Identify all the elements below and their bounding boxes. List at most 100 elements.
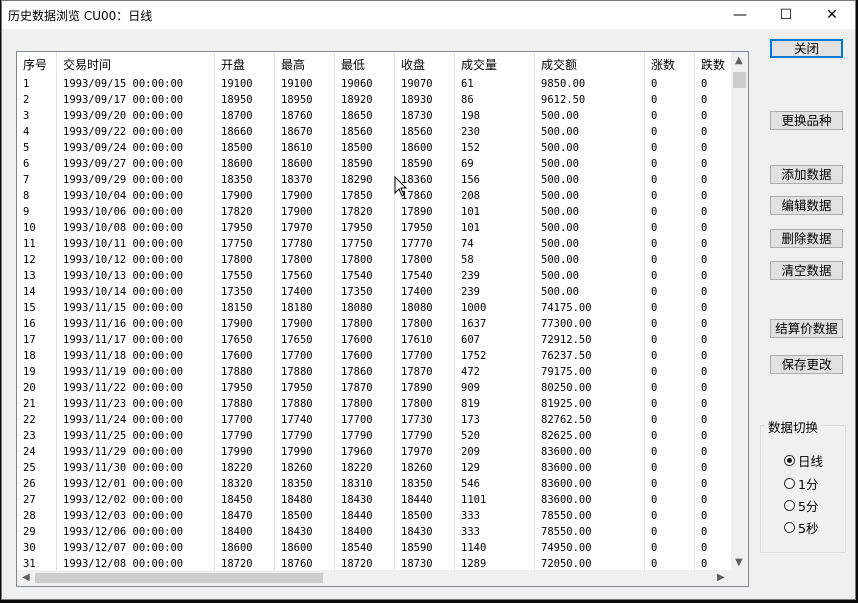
table-cell[interactable]: 18310 (335, 476, 395, 492)
table-cell[interactable]: 500.00 (535, 140, 645, 156)
table-cell[interactable]: 18540 (335, 540, 395, 556)
table-cell[interactable]: 13 (17, 268, 57, 284)
radio-5min[interactable]: 5分 (784, 496, 818, 515)
table-cell[interactable]: 0 (645, 188, 695, 204)
table-cell[interactable]: 0 (645, 108, 695, 124)
table-cell[interactable]: 18500 (335, 140, 395, 156)
table-cell[interactable]: 18440 (395, 492, 455, 508)
table-cell[interactable]: 74175.00 (535, 300, 645, 316)
table-cell[interactable]: 607 (455, 332, 535, 348)
table-cell[interactable]: 17 (17, 332, 57, 348)
table-cell[interactable]: 18950 (215, 92, 275, 108)
table-cell[interactable]: 500.00 (535, 268, 645, 284)
table-cell[interactable]: 19060 (335, 76, 395, 92)
table-cell[interactable]: 2 (17, 92, 57, 108)
table-cell[interactable]: 17790 (215, 428, 275, 444)
table-row[interactable]: 18 1993/11/18 00:00:00 17600 17700 17600 1770… (17, 348, 733, 364)
table-row[interactable]: 10 1993/10/08 00:00:00 17950 17970 17950 1795… (17, 220, 733, 236)
table-cell[interactable]: 25 (17, 460, 57, 476)
table-cell[interactable]: 1993/11/30 00:00:00 (57, 460, 215, 476)
table-cell[interactable]: 17960 (335, 444, 395, 460)
table-cell[interactable]: 18560 (335, 124, 395, 140)
table-cell[interactable]: 83600.00 (535, 460, 645, 476)
table-cell[interactable]: 0 (645, 428, 695, 444)
table-cell[interactable]: 79175.00 (535, 364, 645, 380)
table-cell[interactable]: 18600 (215, 540, 275, 556)
change-product-button[interactable]: 更换品种 (770, 111, 843, 130)
table-row[interactable]: 20 1993/11/22 00:00:00 17950 17950 17870 1789… (17, 380, 733, 396)
table-cell[interactable]: 17990 (275, 444, 335, 460)
table-cell[interactable]: 1993/12/02 00:00:00 (57, 492, 215, 508)
table-cell[interactable]: 18450 (215, 492, 275, 508)
table-cell[interactable]: 500.00 (535, 156, 645, 172)
table-cell[interactable]: 0 (695, 524, 733, 540)
table-cell[interactable]: 546 (455, 476, 535, 492)
table-cell[interactable]: 18470 (215, 508, 275, 524)
table-cell[interactable]: 1637 (455, 316, 535, 332)
table-cell[interactable]: 18480 (275, 492, 335, 508)
table-row[interactable]: 17 1993/11/17 00:00:00 17650 17650 17600 1761… (17, 332, 733, 348)
table-cell[interactable]: 27 (17, 492, 57, 508)
table-row[interactable]: 27 1993/12/02 00:00:00 18450 18480 18430 1844… (17, 492, 733, 508)
table-cell[interactable]: 6 (17, 156, 57, 172)
table-cell[interactable]: 18950 (275, 92, 335, 108)
table-cell[interactable]: 18590 (395, 156, 455, 172)
table-cell[interactable]: 17970 (275, 220, 335, 236)
table-cell[interactable]: 17790 (395, 428, 455, 444)
table-cell[interactable]: 500.00 (535, 188, 645, 204)
table-cell[interactable]: 0 (645, 476, 695, 492)
table-cell[interactable]: 80250.00 (535, 380, 645, 396)
table-cell[interactable]: 18500 (395, 508, 455, 524)
table-cell[interactable]: 17700 (395, 348, 455, 364)
table-cell[interactable]: 17600 (335, 348, 395, 364)
column-header[interactable]: 开盘 (215, 52, 275, 76)
table-row[interactable]: 15 1993/11/15 00:00:00 18150 18180 18080 1808… (17, 300, 733, 316)
table-cell[interactable]: 7 (17, 172, 57, 188)
table-row[interactable]: 24 1993/11/29 00:00:00 17990 17990 17960 1797… (17, 444, 733, 460)
table-row[interactable]: 19 1993/11/19 00:00:00 17880 17880 17860 1787… (17, 364, 733, 380)
table-cell[interactable]: 17350 (215, 284, 275, 300)
table-row[interactable]: 12 1993/10/12 00:00:00 17800 17800 17800 1780… (17, 252, 733, 268)
table-cell[interactable]: 17790 (335, 428, 395, 444)
table-cell[interactable]: 17700 (275, 348, 335, 364)
horizontal-scroll-thumb[interactable] (35, 573, 323, 583)
table-cell[interactable]: 17800 (395, 316, 455, 332)
table-cell[interactable]: 1993/11/18 00:00:00 (57, 348, 215, 364)
add-data-button[interactable]: 添加数据 (770, 165, 843, 184)
table-cell[interactable]: 1993/09/24 00:00:00 (57, 140, 215, 156)
table-cell[interactable]: 18320 (215, 476, 275, 492)
table-cell[interactable]: 0 (695, 444, 733, 460)
table-row[interactable]: 5 1993/09/24 00:00:00 18500 18610 18500 18600… (17, 140, 733, 156)
table-cell[interactable]: 30 (17, 540, 57, 556)
table-row[interactable]: 30 1993/12/07 00:00:00 18600 18600 18540 1859… (17, 540, 733, 556)
table-row[interactable]: 22 1993/11/24 00:00:00 17700 17740 17700 1773… (17, 412, 733, 428)
column-header[interactable]: 序号 (17, 52, 57, 76)
table-cell[interactable]: 83600.00 (535, 444, 645, 460)
table-row[interactable]: 9 1993/10/06 00:00:00 17820 17900 17820 17890… (17, 204, 733, 220)
table-cell[interactable]: 9850.00 (535, 76, 645, 92)
table-cell[interactable]: 0 (695, 428, 733, 444)
table-cell[interactable]: 101 (455, 204, 535, 220)
table-row[interactable]: 11 1993/10/11 00:00:00 17750 17780 17750 1777… (17, 236, 733, 252)
table-cell[interactable]: 1993/12/07 00:00:00 (57, 540, 215, 556)
table-cell[interactable]: 18 (17, 348, 57, 364)
table-row[interactable]: 25 1993/11/30 00:00:00 18220 18260 18220 1826… (17, 460, 733, 476)
table-cell[interactable]: 0 (695, 268, 733, 284)
table-cell[interactable]: 1993/11/19 00:00:00 (57, 364, 215, 380)
table-cell[interactable]: 18650 (335, 108, 395, 124)
close-icon[interactable]: ✕ (809, 1, 855, 29)
table-cell[interactable]: 18220 (215, 460, 275, 476)
table-cell[interactable]: 10 (17, 220, 57, 236)
table-cell[interactable]: 0 (645, 364, 695, 380)
table-cell[interactable]: 18260 (275, 460, 335, 476)
table-cell[interactable]: 17800 (275, 252, 335, 268)
table-cell[interactable]: 19100 (275, 76, 335, 92)
table-cell[interactable]: 0 (695, 236, 733, 252)
table-cell[interactable]: 129 (455, 460, 535, 476)
table-cell[interactable]: 17800 (335, 252, 395, 268)
radio-1min[interactable]: 1分 (784, 474, 818, 493)
table-cell[interactable]: 17870 (335, 380, 395, 396)
table-cell[interactable]: 18920 (335, 92, 395, 108)
table-cell[interactable]: 14 (17, 284, 57, 300)
scroll-down-icon[interactable]: ▼ (735, 558, 743, 568)
